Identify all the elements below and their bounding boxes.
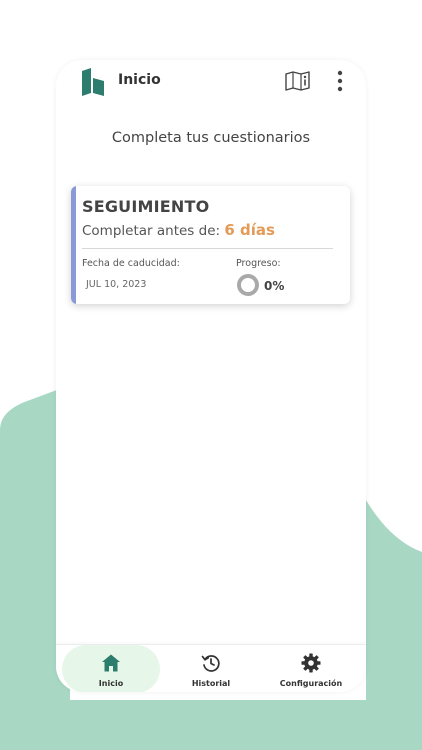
nav-label-historial: Historial [191, 679, 231, 688]
top-bar: Inicio [56, 60, 366, 104]
nav-item-historial[interactable]: Historial [162, 645, 260, 692]
history-icon [201, 655, 220, 672]
progress-label: Progreso: [236, 258, 281, 269]
questionnaire-card[interactable]: SEGUIMIENTO Completar antes de: 6 días F… [71, 186, 350, 304]
home-icon [102, 654, 120, 672]
card-title: SEGUIMIENTO [82, 197, 210, 216]
progress-ring [237, 274, 259, 296]
page-title: Inicio [118, 72, 161, 88]
card-divider [82, 248, 333, 249]
expiry-value: JUL 10, 2023 [86, 279, 147, 290]
card-due-text: Completar antes de: 6 días [82, 221, 275, 239]
more-vertical-icon[interactable] [334, 70, 346, 92]
nav-label-inicio: Inicio [98, 679, 124, 688]
progress-value: 0% [264, 279, 285, 293]
card-accent-bar [71, 186, 76, 304]
gear-icon [301, 653, 321, 673]
nav-item-configuracion[interactable]: Configuración [262, 645, 360, 692]
expiry-label: Fecha de caducidad: [82, 258, 180, 269]
bottom-nav: Inicio Historial Configuración [56, 644, 366, 692]
map-info-icon[interactable] [284, 70, 312, 92]
phone-screen: Inicio Completa tus cuestionarios SEGUIM… [56, 60, 366, 692]
app-logo-icon [82, 68, 104, 96]
nav-item-inicio[interactable]: Inicio [62, 645, 160, 692]
nav-label-configuracion: Configuración [279, 679, 343, 688]
due-prefix: Completar antes de: [82, 223, 221, 239]
page-subtitle: Completa tus cuestionarios [111, 130, 311, 146]
due-days: 6 días [224, 221, 275, 239]
